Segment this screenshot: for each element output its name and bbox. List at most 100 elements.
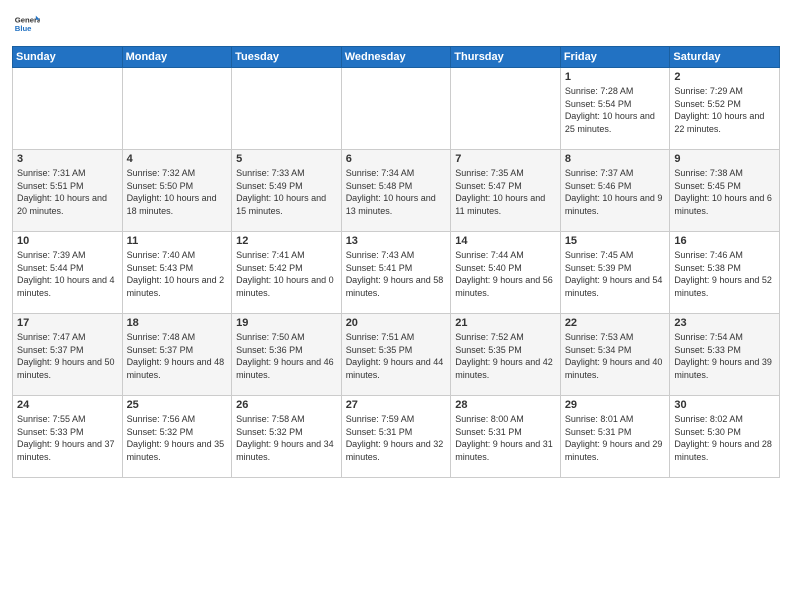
day-info: Sunrise: 7:44 AMSunset: 5:40 PMDaylight:… <box>455 249 556 299</box>
day-info: Sunrise: 7:55 AMSunset: 5:33 PMDaylight:… <box>17 413 118 463</box>
week-row-1: 1 Sunrise: 7:28 AMSunset: 5:54 PMDaylight… <box>13 68 780 150</box>
day-info: Sunrise: 7:45 AMSunset: 5:39 PMDaylight:… <box>565 249 666 299</box>
day-cell: 6 Sunrise: 7:34 AMSunset: 5:48 PMDaylight… <box>341 150 451 232</box>
day-info: Sunrise: 7:39 AMSunset: 5:44 PMDaylight:… <box>17 249 118 299</box>
day-cell: 16Sunrise: 7:46 AMSunset: 5:38 PMDayligh… <box>670 232 780 314</box>
header-day-monday: Monday <box>122 47 232 68</box>
day-cell: 8Sunrise: 7:37 AMSunset: 5:46 PMDaylight… <box>560 150 670 232</box>
day-cell: 28 Sunrise: 8:00 AMSunset: 5:31 PMDayligh… <box>451 396 561 478</box>
day-number: 10 <box>17 235 118 247</box>
logo-icon: General Blue <box>12 10 40 38</box>
day-number: 19 <box>236 317 337 329</box>
day-info: Sunrise: 7:41 AMSunset: 5:42 PMDaylight:… <box>236 249 337 299</box>
header-day-wednesday: Wednesday <box>341 47 451 68</box>
day-cell <box>13 68 123 150</box>
day-cell: 17 Sunrise: 7:47 AMSunset: 5:37 PMDayligh… <box>13 314 123 396</box>
day-info: Sunrise: 7:32 AMSunset: 5:50 PMDaylight:… <box>127 167 228 217</box>
day-number: 2 <box>674 71 775 83</box>
day-cell <box>341 68 451 150</box>
day-number: 1 <box>565 71 666 83</box>
day-cell: 18 Sunrise: 7:48 AMSunset: 5:37 PMDayligh… <box>122 314 232 396</box>
day-cell: 23 Sunrise: 7:54 AMSunset: 5:33 PMDayligh… <box>670 314 780 396</box>
day-info: Sunrise: 7:48 AMSunset: 5:37 PMDaylight:… <box>127 331 228 381</box>
logo: General Blue <box>12 10 44 38</box>
day-number: 7 <box>455 153 556 165</box>
day-number: 5 <box>236 153 337 165</box>
day-info: Sunrise: 7:29 AMSunset: 5:52 PMDaylight:… <box>674 85 775 135</box>
day-cell: 21Sunrise: 7:52 AMSunset: 5:35 PMDayligh… <box>451 314 561 396</box>
day-info: Sunrise: 7:28 AMSunset: 5:54 PMDaylight:… <box>565 85 666 135</box>
day-cell: 7 Sunrise: 7:35 AMSunset: 5:47 PMDaylight… <box>451 150 561 232</box>
day-cell: 12 Sunrise: 7:41 AMSunset: 5:42 PMDayligh… <box>232 232 342 314</box>
day-cell: 27 Sunrise: 7:59 AMSunset: 5:31 PMDayligh… <box>341 396 451 478</box>
day-number: 17 <box>17 317 118 329</box>
day-info: Sunrise: 7:54 AMSunset: 5:33 PMDaylight:… <box>674 331 775 381</box>
day-info: Sunrise: 7:34 AMSunset: 5:48 PMDaylight:… <box>346 167 447 217</box>
day-info: Sunrise: 7:51 AMSunset: 5:35 PMDaylight:… <box>346 331 447 381</box>
day-cell: 4 Sunrise: 7:32 AMSunset: 5:50 PMDaylight… <box>122 150 232 232</box>
day-cell: 14 Sunrise: 7:44 AMSunset: 5:40 PMDayligh… <box>451 232 561 314</box>
day-cell: 9 Sunrise: 7:38 AMSunset: 5:45 PMDaylight… <box>670 150 780 232</box>
header-day-friday: Friday <box>560 47 670 68</box>
day-info: Sunrise: 7:59 AMSunset: 5:31 PMDaylight:… <box>346 413 447 463</box>
day-cell: 10 Sunrise: 7:39 AMSunset: 5:44 PMDayligh… <box>13 232 123 314</box>
day-number: 8 <box>565 153 666 165</box>
header-day-saturday: Saturday <box>670 47 780 68</box>
header-day-tuesday: Tuesday <box>232 47 342 68</box>
day-info: Sunrise: 7:46 AMSunset: 5:38 PMDaylight:… <box>674 249 775 299</box>
day-cell: 13 Sunrise: 7:43 AMSunset: 5:41 PMDayligh… <box>341 232 451 314</box>
day-cell: 3Sunrise: 7:31 AMSunset: 5:51 PMDaylight… <box>13 150 123 232</box>
day-number: 14 <box>455 235 556 247</box>
day-number: 13 <box>346 235 447 247</box>
day-cell <box>451 68 561 150</box>
calendar-header: SundayMondayTuesdayWednesdayThursdayFrid… <box>13 47 780 68</box>
day-info: Sunrise: 7:43 AMSunset: 5:41 PMDaylight:… <box>346 249 447 299</box>
day-info: Sunrise: 8:00 AMSunset: 5:31 PMDaylight:… <box>455 413 556 463</box>
header-day-sunday: Sunday <box>13 47 123 68</box>
day-number: 20 <box>346 317 447 329</box>
day-number: 18 <box>127 317 228 329</box>
day-number: 27 <box>346 399 447 411</box>
day-number: 3 <box>17 153 118 165</box>
day-info: Sunrise: 7:53 AMSunset: 5:34 PMDaylight:… <box>565 331 666 381</box>
calendar-container: General Blue SundayMondayTuesdayWednesda… <box>0 0 792 612</box>
week-row-2: 3Sunrise: 7:31 AMSunset: 5:51 PMDaylight… <box>13 150 780 232</box>
svg-text:Blue: Blue <box>15 24 32 33</box>
week-row-4: 17 Sunrise: 7:47 AMSunset: 5:37 PMDayligh… <box>13 314 780 396</box>
day-cell: 19 Sunrise: 7:50 AMSunset: 5:36 PMDayligh… <box>232 314 342 396</box>
day-cell: 24 Sunrise: 7:55 AMSunset: 5:33 PMDayligh… <box>13 396 123 478</box>
header-day-thursday: Thursday <box>451 47 561 68</box>
day-number: 9 <box>674 153 775 165</box>
day-cell: 20 Sunrise: 7:51 AMSunset: 5:35 PMDayligh… <box>341 314 451 396</box>
day-info: Sunrise: 7:35 AMSunset: 5:47 PMDaylight:… <box>455 167 556 217</box>
calendar-table: SundayMondayTuesdayWednesdayThursdayFrid… <box>12 46 780 478</box>
day-number: 11 <box>127 235 228 247</box>
day-number: 12 <box>236 235 337 247</box>
day-info: Sunrise: 7:47 AMSunset: 5:37 PMDaylight:… <box>17 331 118 381</box>
day-info: Sunrise: 7:50 AMSunset: 5:36 PMDaylight:… <box>236 331 337 381</box>
day-cell: 1 Sunrise: 7:28 AMSunset: 5:54 PMDaylight… <box>560 68 670 150</box>
day-cell: 26Sunrise: 7:58 AMSunset: 5:32 PMDayligh… <box>232 396 342 478</box>
day-cell: 25Sunrise: 7:56 AMSunset: 5:32 PMDayligh… <box>122 396 232 478</box>
day-number: 23 <box>674 317 775 329</box>
day-number: 6 <box>346 153 447 165</box>
day-cell: 29Sunrise: 8:01 AMSunset: 5:31 PMDayligh… <box>560 396 670 478</box>
day-info: Sunrise: 7:33 AMSunset: 5:49 PMDaylight:… <box>236 167 337 217</box>
day-number: 15 <box>565 235 666 247</box>
day-number: 24 <box>17 399 118 411</box>
header: General Blue <box>12 10 780 38</box>
day-cell <box>122 68 232 150</box>
header-row: SundayMondayTuesdayWednesdayThursdayFrid… <box>13 47 780 68</box>
day-info: Sunrise: 7:40 AMSunset: 5:43 PMDaylight:… <box>127 249 228 299</box>
day-cell: 2 Sunrise: 7:29 AMSunset: 5:52 PMDaylight… <box>670 68 780 150</box>
day-cell: 30Sunrise: 8:02 AMSunset: 5:30 PMDayligh… <box>670 396 780 478</box>
day-number: 4 <box>127 153 228 165</box>
day-info: Sunrise: 8:02 AMSunset: 5:30 PMDaylight:… <box>674 413 775 463</box>
day-info: Sunrise: 7:58 AMSunset: 5:32 PMDaylight:… <box>236 413 337 463</box>
day-cell <box>232 68 342 150</box>
day-number: 25 <box>127 399 228 411</box>
day-number: 28 <box>455 399 556 411</box>
day-number: 29 <box>565 399 666 411</box>
day-cell: 11 Sunrise: 7:40 AMSunset: 5:43 PMDayligh… <box>122 232 232 314</box>
day-info: Sunrise: 7:38 AMSunset: 5:45 PMDaylight:… <box>674 167 775 217</box>
